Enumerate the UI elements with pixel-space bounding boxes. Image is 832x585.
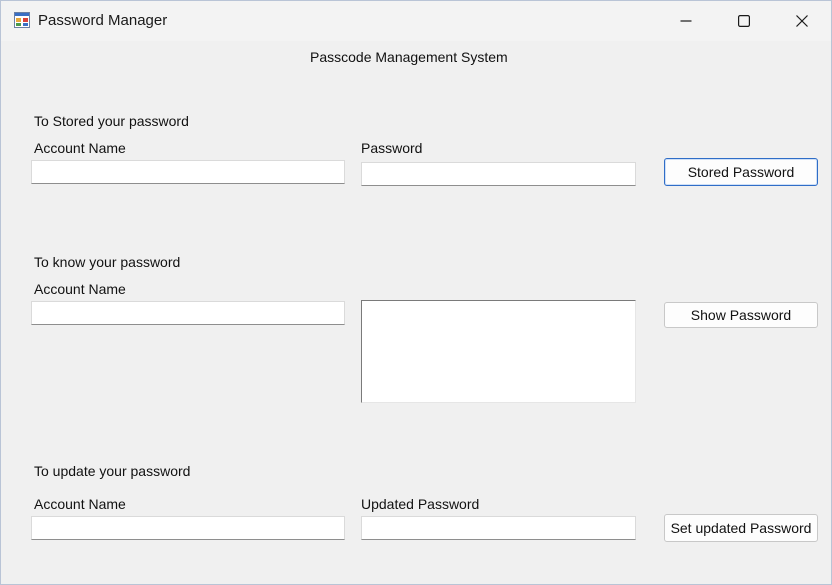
show-section-heading: To know your password xyxy=(34,254,181,270)
password-manager-window: Password Manager Passcode Management Sys… xyxy=(0,0,832,585)
minimize-icon xyxy=(680,20,692,22)
store-account-label: Account Name xyxy=(34,140,126,156)
updated-password-input[interactable] xyxy=(361,516,636,540)
close-icon xyxy=(796,15,808,27)
app-icon xyxy=(14,12,30,28)
maximize-icon xyxy=(738,15,750,27)
minimize-button[interactable] xyxy=(657,1,715,41)
stored-password-button[interactable]: Stored Password xyxy=(664,158,818,186)
page-title: Passcode Management System xyxy=(310,49,508,65)
update-account-input[interactable] xyxy=(31,516,345,540)
show-account-input[interactable] xyxy=(31,301,345,325)
store-password-label: Password xyxy=(361,140,423,156)
store-section-heading: To Stored your password xyxy=(34,113,189,129)
maximize-button[interactable] xyxy=(715,1,773,41)
title-bar[interactable]: Password Manager xyxy=(1,1,831,41)
set-updated-password-button[interactable]: Set updated Password xyxy=(664,514,818,542)
show-account-label: Account Name xyxy=(34,281,126,297)
password-output-textbox[interactable] xyxy=(361,300,636,403)
window-title: Password Manager xyxy=(38,12,168,29)
store-password-input[interactable] xyxy=(361,162,636,186)
update-section-heading: To update your password xyxy=(34,463,191,479)
updated-password-label: Updated Password xyxy=(361,496,480,512)
show-password-button[interactable]: Show Password xyxy=(664,302,818,328)
close-button[interactable] xyxy=(773,1,831,41)
store-account-input[interactable] xyxy=(31,160,345,184)
update-account-label: Account Name xyxy=(34,496,126,512)
